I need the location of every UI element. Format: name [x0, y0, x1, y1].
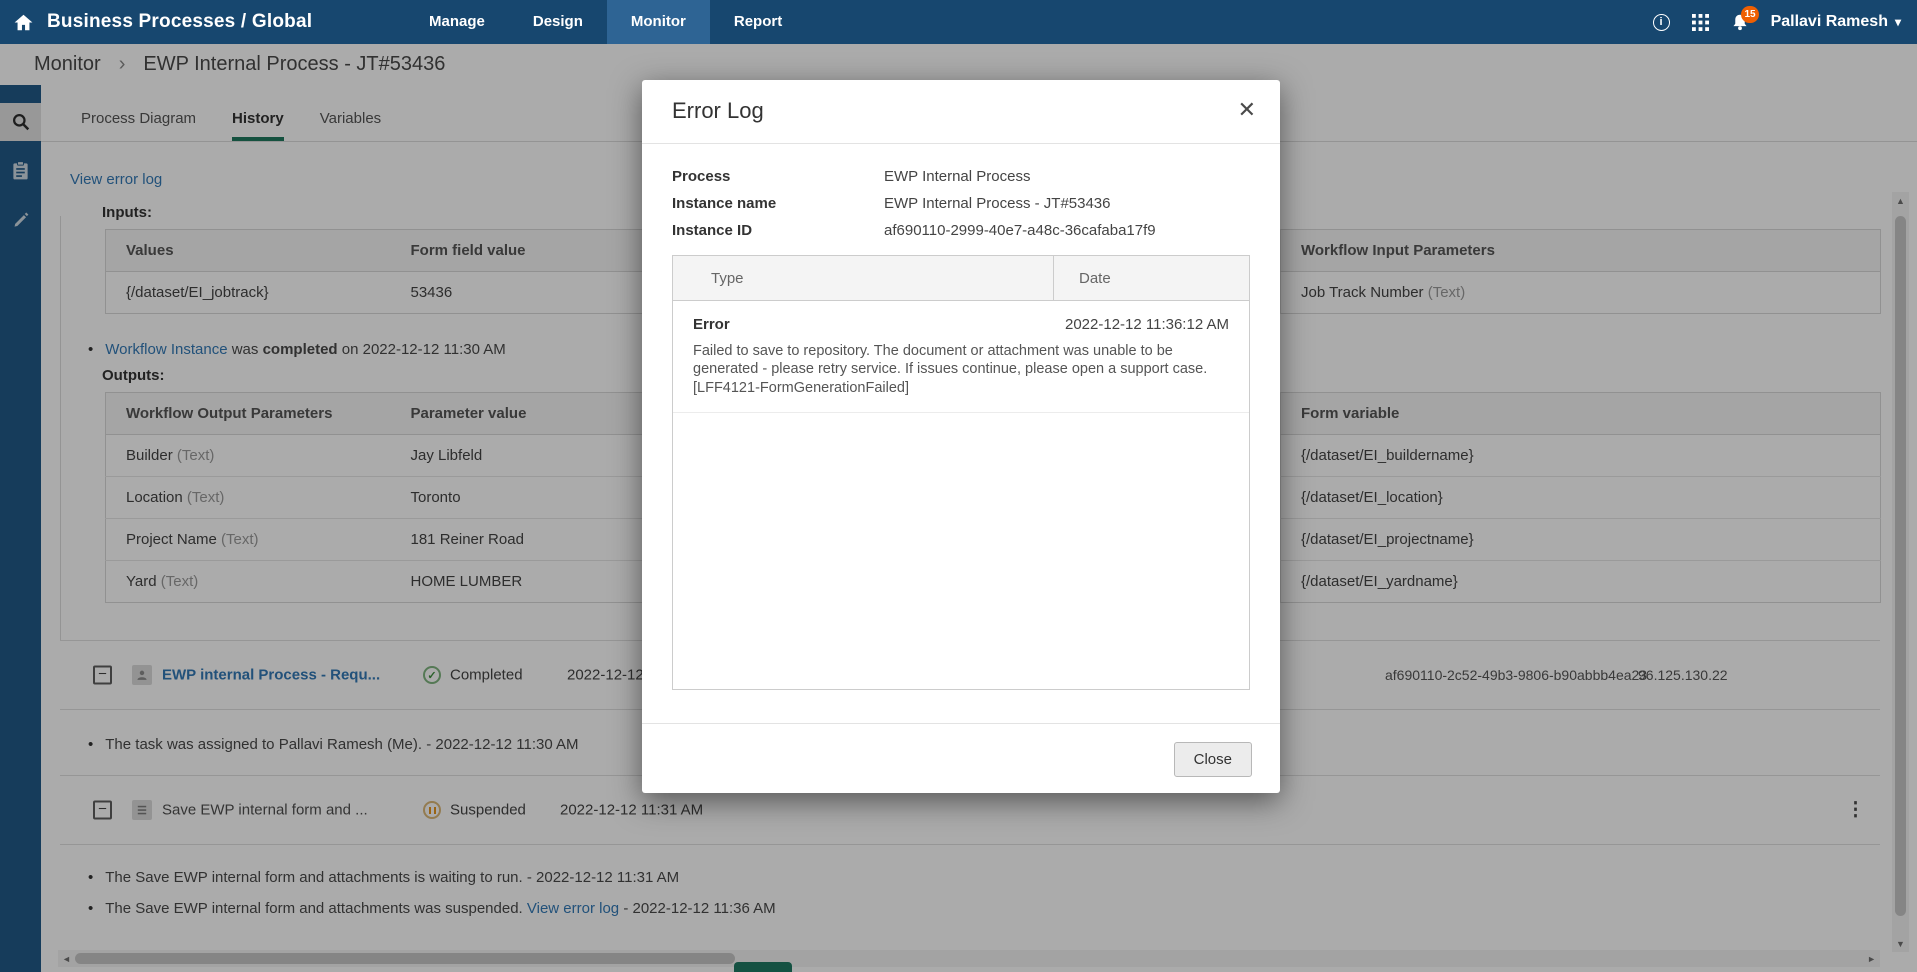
info-icon[interactable]: i: [1653, 14, 1670, 31]
error-date: 2022-12-12 11:36:12 AM: [1065, 316, 1229, 333]
modal-title: Error Log: [672, 98, 764, 124]
app-grid-icon[interactable]: [1692, 14, 1709, 31]
field-label: Instance ID: [672, 222, 884, 239]
error-list-table: Type Date Error 2022-12-12 11:36:12 AM F…: [672, 255, 1250, 690]
error-table-body: Error 2022-12-12 11:36:12 AM Failed to s…: [673, 301, 1249, 413]
field-process: Process EWP Internal Process: [672, 168, 1250, 185]
close-button[interactable]: Close: [1174, 742, 1252, 777]
field-value: af690110-2999-40e7-a48c-36cafaba17f9: [884, 222, 1156, 239]
app-title: Business Processes / Global: [47, 11, 312, 33]
error-entry-divider: [673, 412, 1249, 413]
field-instance-id: Instance ID af690110-2999-40e7-a48c-36ca…: [672, 222, 1250, 239]
modal-header: Error Log ✕: [642, 80, 1280, 144]
home-icon[interactable]: [14, 14, 33, 31]
top-navbar: Business Processes / Global Manage Desig…: [0, 0, 1917, 44]
field-instance-name: Instance name EWP Internal Process - JT#…: [672, 195, 1250, 212]
main-nav: Manage Design Monitor Report: [405, 0, 806, 44]
error-type: Error: [693, 316, 730, 333]
nav-tab-design[interactable]: Design: [509, 0, 607, 44]
modal-footer: Close: [642, 723, 1280, 793]
field-label: Process: [672, 168, 884, 185]
field-label: Instance name: [672, 195, 884, 212]
notifications-bell-icon[interactable]: 15: [1731, 13, 1749, 31]
error-entry-row: Error 2022-12-12 11:36:12 AM: [693, 316, 1229, 333]
field-value: EWP Internal Process - JT#53436: [884, 195, 1111, 212]
nav-tab-report[interactable]: Report: [710, 0, 806, 44]
nav-tab-monitor[interactable]: Monitor: [607, 0, 710, 44]
app-root: Business Processes / Global Manage Desig…: [0, 0, 1917, 972]
close-icon[interactable]: ✕: [1238, 97, 1256, 123]
modal-info-fields: Process EWP Internal Process Instance na…: [642, 144, 1280, 239]
error-log-modal: Error Log ✕ Process EWP Internal Process…: [642, 80, 1280, 793]
chevron-down-icon: ▾: [1895, 15, 1901, 29]
field-value: EWP Internal Process: [884, 168, 1030, 185]
error-table-header-date: Date: [1054, 256, 1249, 300]
user-menu[interactable]: Pallavi Ramesh ▾: [1771, 13, 1901, 31]
error-table-header-type: Type: [673, 256, 1054, 300]
user-name: Pallavi Ramesh: [1771, 13, 1888, 31]
nav-tab-manage[interactable]: Manage: [405, 0, 509, 44]
notification-count-badge: 15: [1741, 6, 1758, 23]
error-message: Failed to save to repository. The docume…: [693, 342, 1233, 397]
error-table-header: Type Date: [673, 256, 1249, 301]
